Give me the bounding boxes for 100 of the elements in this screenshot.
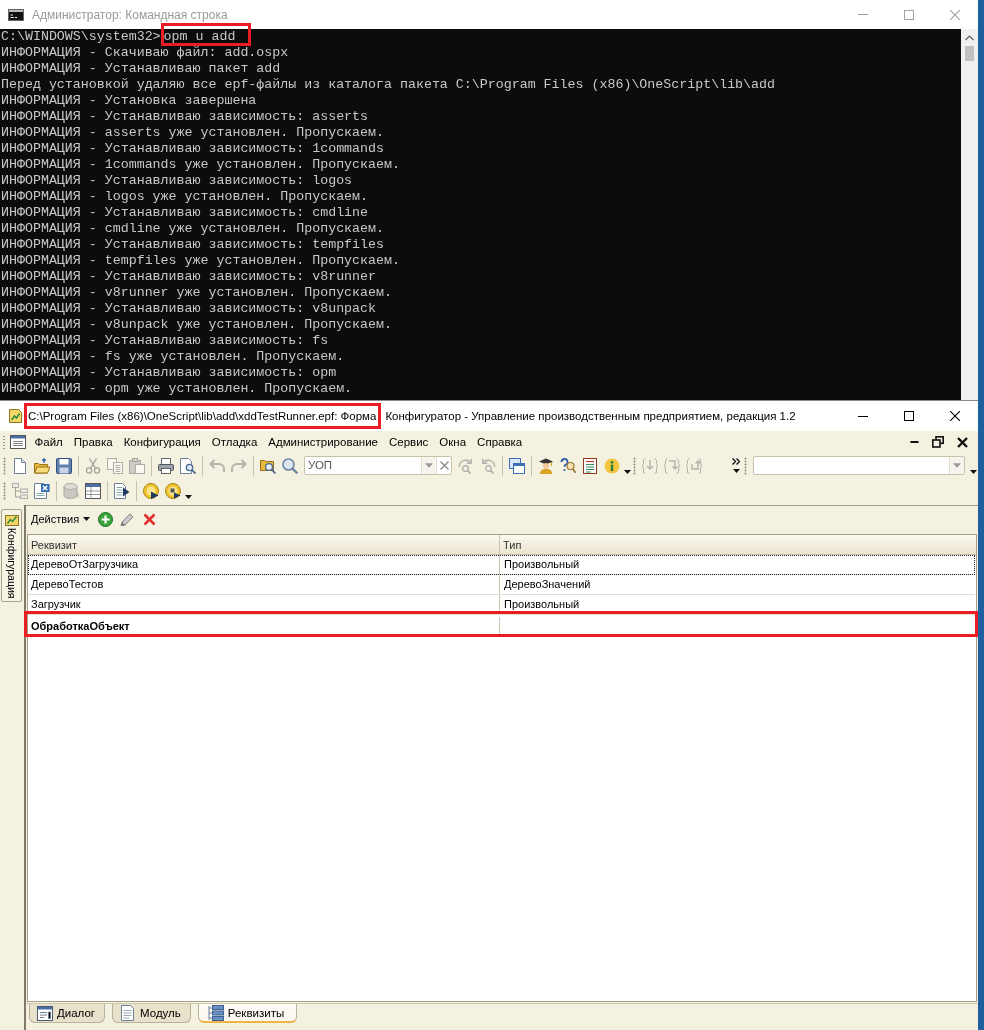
combo-box[interactable]: УОП <box>304 456 452 475</box>
console-line: ИНФОРМАЦИЯ - asserts уже установлен. Пропускаем. <box>1 125 384 140</box>
menu-item[interactable]: Сервис <box>383 432 434 452</box>
plus-circle-icon <box>97 511 113 527</box>
redo-icon <box>231 457 247 474</box>
table-row[interactable]: ДеревоТестов ДеревоЗначений <box>28 575 975 595</box>
form-icon <box>37 1005 53 1021</box>
scissors-icon <box>85 457 101 474</box>
table-row[interactable]: Загрузчик Произвольный <box>28 595 975 615</box>
menu-item[interactable]: Конфигурация <box>118 432 207 452</box>
console-line: ИНФОРМАЦИЯ - Устанавливаю зависимость: logos <box>1 173 353 188</box>
maximize-icon <box>904 9 914 20</box>
column-header[interactable]: Тип <box>500 535 976 554</box>
console-line: ИНФОРМАЦИЯ - Устанавливаю зависимость: cmdline <box>1 205 369 220</box>
restore-icon <box>932 436 944 448</box>
menu-item[interactable]: Администрирование <box>262 432 384 452</box>
menu-item[interactable]: Файл <box>29 432 69 452</box>
open-folder-icon <box>34 457 50 474</box>
console-window-icon <box>8 6 24 23</box>
console-line: ИНФОРМАЦИЯ - Устанавливаю зависимость: v8unpack <box>1 301 377 316</box>
menu-item[interactable]: Правка <box>68 432 119 452</box>
console-line: ИНФОРМАЦИЯ - Устанавливаю зависимость: opm <box>1 365 337 380</box>
braces-arrow-icon <box>664 457 680 474</box>
console-line: ИНФОРМАЦИЯ - Устанавливаю пакет add <box>1 61 281 76</box>
pencil-icon <box>120 512 135 526</box>
console-line: ИНФОРМАЦИЯ - Устанавливаю зависимость: 1commands <box>1 141 384 156</box>
text-document-icon <box>582 457 598 474</box>
document-cross-icon <box>34 482 50 499</box>
window-title-path: C:\Program Files (x86)\OneScript\lib\add\xddTestRunner.epf: Форма <box>28 410 377 422</box>
table-cell: ДеревоОтЗагрузчика <box>28 555 500 574</box>
caret-icon <box>185 494 192 499</box>
chevron-icon <box>732 458 740 465</box>
table-cell: ОбработкаОбъект <box>28 617 500 634</box>
delete-icon <box>142 512 156 526</box>
column-header[interactable]: Реквизит <box>28 535 500 554</box>
scroll-up-icon <box>965 34 974 41</box>
page-icon <box>120 1005 137 1021</box>
scrollbar[interactable] <box>961 29 978 400</box>
caret-icon <box>953 463 961 468</box>
console-line: ИНФОРМАЦИЯ - Устанавливаю зависимость: tempfiles <box>1 237 384 252</box>
command-text: opm u add <box>163 29 236 44</box>
copy-icon <box>107 457 123 474</box>
table-cell-text: Произвольный <box>503 597 581 612</box>
console-line: ИНФОРМАЦИЯ - tempfiles уже установлен. Пропускаем. <box>1 253 400 268</box>
search-icon <box>282 457 298 474</box>
menu-item[interactable]: Справка <box>471 432 528 452</box>
close-icon <box>950 411 960 421</box>
console-line: Перед установкой удаляю все epf-файлы из каталога пакета C:\Program Files (x86)\OneScript\lib\add <box>1 77 775 92</box>
page-magnifier-icon <box>180 457 196 474</box>
window-icon <box>10 434 26 450</box>
menu-item[interactable]: Отладка <box>206 432 263 452</box>
prompt-text: C:\WINDOWS\system32> <box>1 29 161 44</box>
braces-arrow-icon <box>686 457 702 474</box>
window-title: Конфигуратор - Управление производственным предприятием, редакция 1.2 <box>385 410 796 422</box>
table-cell: Загрузчик <box>28 595 500 614</box>
table-row[interactable]: ДеревоОтЗагрузчика Произвольный <box>28 555 975 575</box>
side-tab[interactable]: Конфигурация <box>1 509 22 603</box>
console-line: ИНФОРМАЦИЯ - opm уже установлен. Пропускаем. <box>1 381 353 396</box>
caret-icon <box>970 469 977 474</box>
caret-icon <box>425 463 433 468</box>
toolbar-grip[interactable] <box>633 456 636 475</box>
menu-item[interactable]: Окна <box>433 432 472 452</box>
document-arrow-icon <box>114 482 130 499</box>
tab[interactable]: Реквизиты <box>197 1004 298 1023</box>
close-icon <box>956 436 968 448</box>
console-line: ИНФОРМАЦИЯ - Установка завершена <box>1 93 257 108</box>
table-cell-text: Произвольный <box>503 557 581 572</box>
caret-icon <box>732 469 740 473</box>
console-line: ИНФОРМАЦИЯ - fs уже установлен. Пропускаем. <box>1 349 345 364</box>
braces-arrow-icon <box>642 457 658 474</box>
toolbar-grip[interactable] <box>3 456 6 475</box>
windows-icon <box>509 457 525 474</box>
graduate-icon <box>538 457 554 474</box>
table-row[interactable]: ОбработкаОбъект <box>28 615 975 635</box>
minimize-icon <box>858 14 868 15</box>
undo-icon <box>209 457 225 474</box>
console-line: ИНФОРМАЦИЯ - Устанавливаю зависимость: fs <box>1 333 329 348</box>
console-line: ИНФОРМАЦИЯ - Устанавливаю зависимость: v8runner <box>1 269 377 284</box>
combo-field[interactable]: УОП <box>305 457 421 474</box>
magnifier-arrow-icon <box>458 457 474 474</box>
help-search-icon <box>560 457 576 474</box>
console-line: ИНФОРМАЦИЯ - Скачиваю файл: add.ospx <box>1 45 289 60</box>
console-line: ИНФОРМАЦИЯ - 1commands уже установлен. Пропускаем. <box>1 157 400 172</box>
tab[interactable]: Диалог <box>29 1004 106 1023</box>
chart-icon <box>4 513 19 526</box>
database-icon <box>63 482 79 499</box>
window-title: Администратор: Командная строка <box>32 7 228 22</box>
caret-icon <box>624 469 631 474</box>
list-icon <box>207 1004 224 1021</box>
actions-menu-button[interactable]: Действия <box>30 509 92 529</box>
system-menu-button[interactable] <box>9 433 27 451</box>
toolbar-grip[interactable] <box>3 481 6 500</box>
scroll-thumb[interactable] <box>965 46 974 61</box>
clear-button[interactable] <box>436 457 451 474</box>
tab[interactable]: Модуль <box>112 1004 191 1023</box>
printer-icon <box>158 457 174 474</box>
minimize-icon <box>858 415 868 417</box>
table-window-icon <box>85 482 101 499</box>
toolbar-grip[interactable] <box>744 456 747 475</box>
clear-icon <box>439 461 449 470</box>
